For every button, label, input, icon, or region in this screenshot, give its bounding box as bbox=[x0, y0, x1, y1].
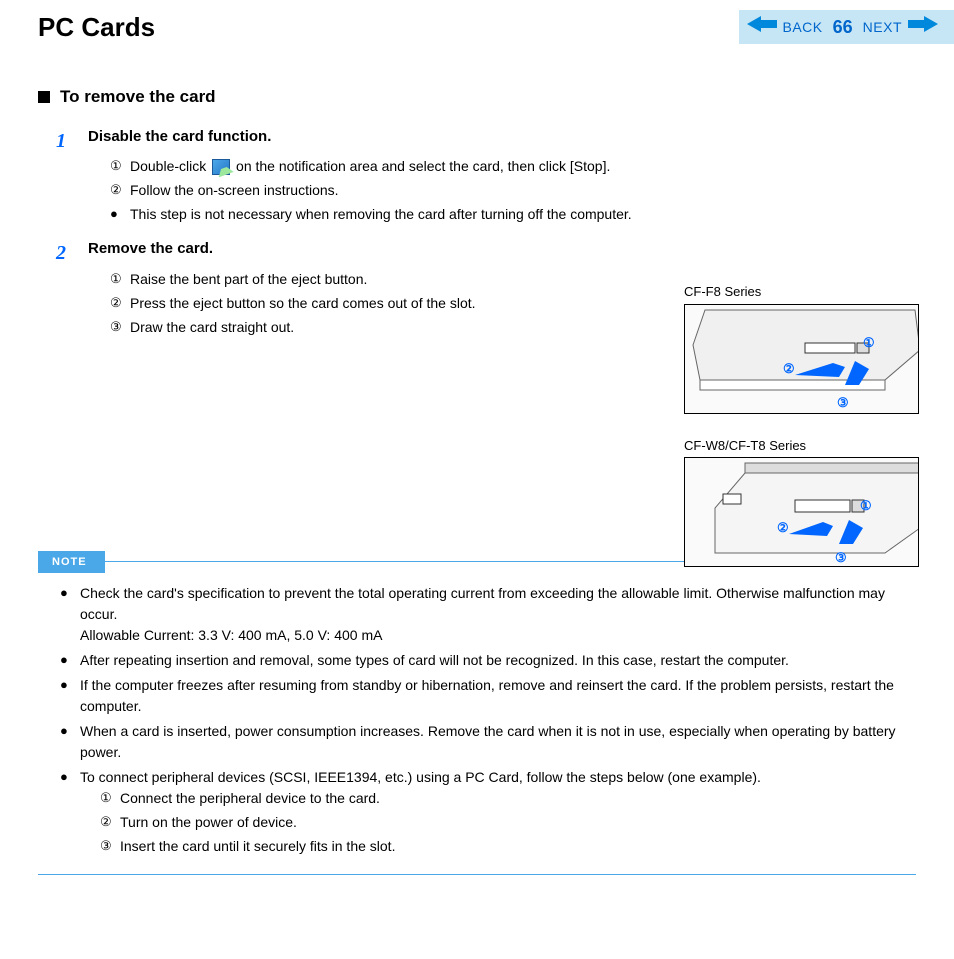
bullet-icon: ● bbox=[110, 204, 130, 224]
callout-2: ② bbox=[777, 518, 789, 538]
step-title: Remove the card. bbox=[88, 238, 916, 261]
note-item: ● When a card is inserted, power consump… bbox=[60, 721, 916, 763]
circled-number-icon: ② bbox=[100, 812, 120, 832]
nested-text: Turn on the power of device. bbox=[120, 812, 297, 833]
figure-label: CF-W8/CF-T8 Series bbox=[684, 436, 934, 456]
substep-text: This step is not necessary when removing… bbox=[130, 204, 632, 225]
bullet-icon: ● bbox=[60, 650, 80, 671]
circled-number-icon: ② bbox=[110, 293, 130, 313]
nested-text: Insert the card until it securely fits i… bbox=[120, 836, 395, 857]
bullet-icon: ● bbox=[60, 583, 80, 646]
page-header: PC Cards BACK 66 NEXT bbox=[0, 0, 954, 54]
circled-number-icon: ① bbox=[100, 788, 120, 808]
circled-number-icon: ③ bbox=[110, 317, 130, 337]
nested-step: ③ Insert the card until it securely fits… bbox=[100, 836, 916, 857]
content-area: To remove the card 1 Disable the card fu… bbox=[0, 54, 954, 875]
note-body: ● Check the card's specification to prev… bbox=[38, 573, 916, 875]
circled-number-icon: ① bbox=[110, 156, 130, 176]
figure-cf-f8: ① ② ③ bbox=[684, 304, 919, 414]
page-number: 66 bbox=[833, 14, 853, 41]
note-text: To connect peripheral devices (SCSI, IEE… bbox=[80, 769, 761, 785]
nav-bar: BACK 66 NEXT bbox=[739, 10, 954, 44]
callout-1: ① bbox=[860, 496, 872, 516]
section-heading: To remove the card bbox=[38, 84, 916, 110]
step-title: Disable the card function. bbox=[88, 126, 916, 149]
next-link[interactable]: NEXT bbox=[863, 17, 902, 38]
callout-3: ③ bbox=[837, 393, 849, 413]
substep-text: on the notification area and select the … bbox=[232, 158, 610, 174]
note-text: When a card is inserted, power consumpti… bbox=[80, 721, 916, 763]
nested-text: Connect the peripheral device to the car… bbox=[120, 788, 380, 809]
page-title: PC Cards bbox=[38, 8, 155, 47]
circled-number-icon: ② bbox=[110, 180, 130, 200]
nested-step: ① Connect the peripheral device to the c… bbox=[100, 788, 916, 809]
note-label: NOTE bbox=[38, 551, 105, 574]
square-bullet-icon bbox=[38, 91, 50, 103]
back-arrow-icon[interactable] bbox=[747, 16, 777, 38]
arrow-icon bbox=[795, 363, 845, 379]
substep-text: Double-click bbox=[130, 158, 210, 174]
note-text: Allowable Current: 3.3 V: 400 mA, 5.0 V:… bbox=[80, 627, 382, 643]
substep-text: Press the eject button so the card comes… bbox=[130, 293, 476, 314]
substep: ● This step is not necessary when removi… bbox=[110, 204, 916, 225]
substep-text: Follow the on-screen instructions. bbox=[130, 180, 339, 201]
callout-3: ③ bbox=[835, 548, 847, 567]
bullet-icon: ● bbox=[60, 721, 80, 763]
substep: ① Double-click on the notification area … bbox=[110, 156, 916, 177]
note-item: ● To connect peripheral devices (SCSI, I… bbox=[60, 767, 916, 860]
note-item: ● If the computer freezes after resuming… bbox=[60, 675, 916, 717]
note-text: Check the card's specification to preven… bbox=[80, 585, 885, 622]
circled-number-icon: ① bbox=[110, 269, 130, 289]
next-arrow-icon[interactable] bbox=[908, 16, 938, 38]
substep-text: Raise the bent part of the eject button. bbox=[130, 269, 367, 290]
arrow-icon bbox=[789, 522, 833, 538]
illustration-panel: CF-F8 Series ① ② ③ CF-W8/CF-T8 Series bbox=[684, 282, 934, 589]
step-number: 2 bbox=[38, 238, 88, 341]
nested-step: ② Turn on the power of device. bbox=[100, 812, 916, 833]
section-heading-text: To remove the card bbox=[60, 84, 216, 110]
figure-cf-w8-t8: ① ② ③ bbox=[684, 457, 919, 567]
callout-2: ② bbox=[783, 359, 795, 379]
safely-remove-hardware-icon bbox=[212, 159, 230, 175]
figure-label: CF-F8 Series bbox=[684, 282, 934, 302]
note-item: ● After repeating insertion and removal,… bbox=[60, 650, 916, 671]
substep-text: Draw the card straight out. bbox=[130, 317, 294, 338]
note-text: If the computer freezes after resuming f… bbox=[80, 675, 916, 717]
circled-number-icon: ③ bbox=[100, 836, 120, 856]
back-link[interactable]: BACK bbox=[783, 17, 823, 38]
step-1: 1 Disable the card function. ① Double-cl… bbox=[38, 126, 916, 229]
arrow-icon bbox=[839, 520, 863, 544]
callout-1: ① bbox=[863, 333, 875, 353]
note-item: ● Check the card's specification to prev… bbox=[60, 583, 916, 646]
step-number: 1 bbox=[38, 126, 88, 229]
substep: ② Follow the on-screen instructions. bbox=[110, 180, 916, 201]
bullet-icon: ● bbox=[60, 675, 80, 717]
bullet-icon: ● bbox=[60, 767, 80, 860]
arrow-icon bbox=[845, 361, 869, 385]
note-text: After repeating insertion and removal, s… bbox=[80, 650, 789, 671]
